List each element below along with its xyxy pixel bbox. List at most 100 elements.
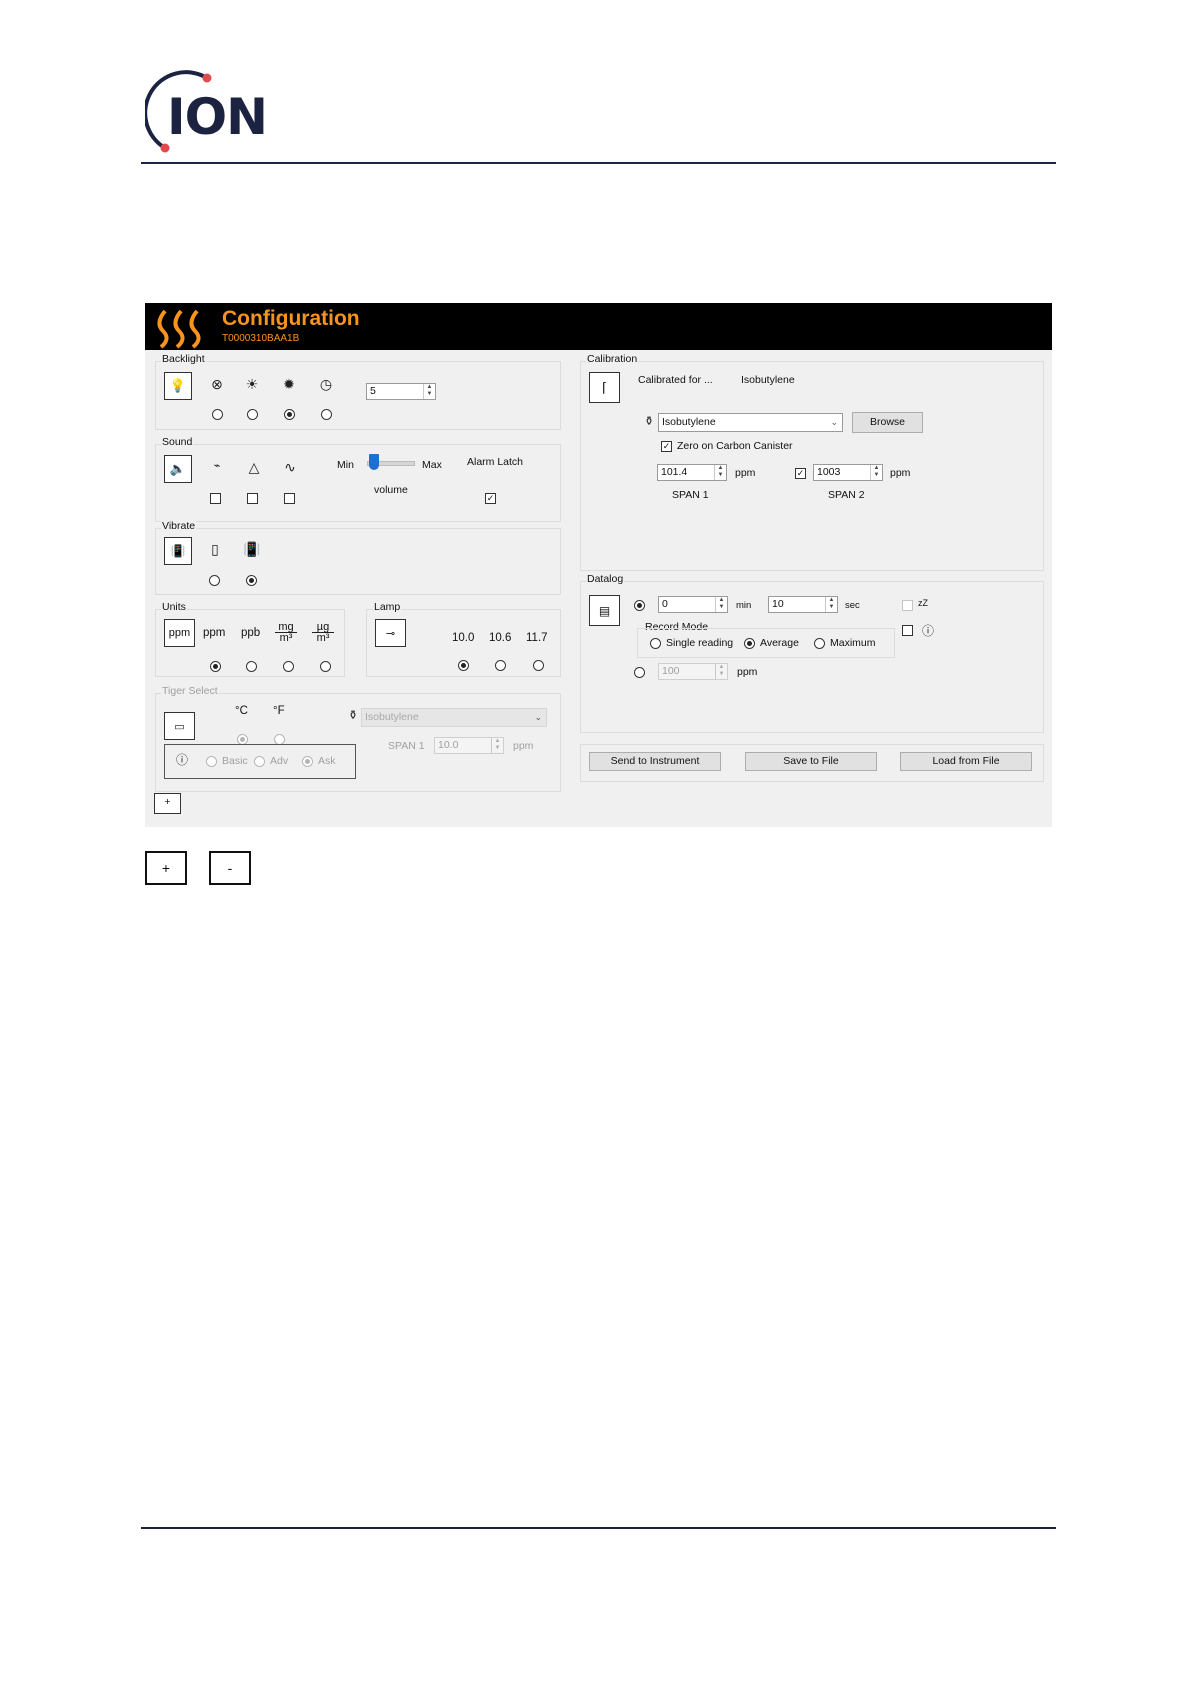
single-reading-radio[interactable] [650,638,661,649]
tiger-gas-value: Isobutylene [365,711,419,723]
ask-radio[interactable] [302,756,313,767]
info-icon: ⓘ [921,624,934,638]
basic-radio[interactable] [206,756,217,767]
load-from-file-button[interactable]: Load from File [900,752,1032,771]
datalog-threshold-stepper[interactable]: 100 ▲ ▼ [658,663,728,680]
adv-radio[interactable] [254,756,265,767]
units-mg-radio[interactable] [283,661,294,672]
lamp-option-1: 10.6 [489,632,512,644]
datalog-threshold-radio[interactable] [634,667,645,678]
units-ppb-radio[interactable] [246,661,257,672]
stepper-arrows-icon[interactable]: ▲ ▼ [870,465,882,480]
gas-cylinder-icon: ⚱ [643,414,655,428]
zoom-in-button[interactable]: + [145,851,187,885]
span1-value: 101.4 [661,466,688,478]
volume-slider-thumb[interactable] [368,454,379,470]
zoom-in-label: + [161,860,171,876]
volume-max-label: Max [422,459,442,471]
volume-label: volume [374,484,408,496]
span2-stepper[interactable]: 1003 ▲ ▼ [813,464,883,481]
lamp-10-0-radio[interactable] [458,660,469,671]
footer-rule [141,1527,1056,1529]
sleep-checkbox[interactable] [902,600,913,611]
span2-value: 1003 [817,466,841,478]
vibrate-device-icon: 📳 [164,537,192,565]
span2-checkbox[interactable]: ✓ [795,468,806,479]
backlight-timeout-stepper[interactable]: 5 ▲ ▼ [366,383,436,400]
calibration-gas-select[interactable]: Isobutylene ⌄ [658,413,843,432]
send-to-instrument-button[interactable]: Send to Instrument [589,752,721,771]
calibrated-for-label: Calibrated for ... [638,374,713,386]
datalog-sec-unit: sec [845,600,860,611]
units-ppm-radio[interactable] [210,661,221,672]
tiger-device-icon: ▭ [164,712,195,740]
stepper-arrows-icon[interactable]: ▲ ▼ [715,597,727,612]
backlight-bulb-icon: 💡 [164,372,192,400]
span1-unit: ppm [735,467,756,479]
stepper-arrows-icon[interactable]: ▲ ▼ [423,384,435,399]
sound-bell-checkbox[interactable] [247,493,258,504]
sound-wave-checkbox[interactable] [284,493,295,504]
ion-logo: ION [145,70,270,155]
device-vibrate-icon: 📳 [243,541,261,557]
backlight-timer-radio[interactable] [321,409,332,420]
expand-button-label: + [164,796,171,808]
datalog-min-stepper[interactable]: 0 ▲ ▼ [658,596,728,613]
stepper-arrows-icon[interactable]: ▲ ▼ [825,597,837,612]
sound-off-checkbox[interactable] [210,493,221,504]
alarm-latch-checkbox[interactable]: ✓ [485,493,496,504]
sound-off-icon: ⌁ [213,460,221,472]
mg-denominator: m³ [279,632,293,644]
datalog-min-value: 0 [662,598,668,610]
lamp-label: Lamp [373,601,402,613]
basic-label: Basic [222,755,248,767]
tiger-select-label: Tiger Select [161,685,219,697]
datalog-sec-stepper[interactable]: 10 ▲ ▼ [768,596,838,613]
stepper-arrows-icon[interactable]: ▲ ▼ [715,664,727,679]
lamp-option-0: 10.0 [452,632,475,644]
backlight-auto-radio[interactable] [284,409,295,420]
load-button-label: Load from File [932,755,1000,767]
lamp-10-6-radio[interactable] [495,660,506,671]
zoom-out-label: - [227,860,233,876]
backlight-off-radio[interactable] [212,409,223,420]
ug-m3-label: µg m³ [312,622,334,644]
datalog-info-checkbox[interactable] [902,625,913,636]
units-ug-radio[interactable] [320,661,331,672]
vibrate-off-radio[interactable] [209,575,220,586]
sun-icon: ✹ [283,376,295,392]
window-title: Configuration [222,307,360,330]
backlight-on-radio[interactable] [247,409,258,420]
units-label: Units [161,601,187,613]
span1-label: SPAN 1 [672,489,709,501]
volume-min-label: Min [337,459,354,471]
stepper-arrows-icon[interactable]: ▲ ▼ [714,465,726,480]
vibrate-on-radio[interactable] [246,575,257,586]
tiger-gas-select[interactable]: Isobutylene ⌄ [361,708,547,727]
calibrated-for-value: Isobutylene [741,374,795,386]
average-radio[interactable] [744,638,755,649]
save-to-file-button[interactable]: Save to File [745,752,877,771]
maximum-radio[interactable] [814,638,825,649]
timer-icon: ◷ [319,376,333,392]
logo-text: ION [167,88,268,146]
vibrate-label: Vibrate [161,520,197,532]
celsius-label: °C [235,705,248,717]
tiger-span-stepper[interactable]: 10.0 ▲ ▼ [434,737,504,754]
lamp-11-7-radio[interactable] [533,660,544,671]
browse-button[interactable]: Browse [852,412,923,433]
adv-label: Adv [270,755,289,767]
fahrenheit-label: °F [273,705,285,717]
expand-button[interactable]: + [154,793,181,814]
serial-number: T0000310BAA1B [222,333,300,344]
span2-label: SPAN 2 [828,489,865,501]
zero-carbon-checkbox[interactable]: ✓ [661,441,672,452]
zoom-out-button[interactable]: - [209,851,251,885]
datalog-interval-radio[interactable] [634,600,645,611]
ug-denominator: m³ [316,632,330,644]
single-reading-label: Single reading [666,637,734,649]
lamp-option-2: 11.7 [526,632,548,644]
span1-stepper[interactable]: 101.4 ▲ ▼ [657,464,727,481]
units-box-label: ppm [168,627,191,639]
stepper-arrows-icon[interactable]: ▲ ▼ [491,738,503,753]
